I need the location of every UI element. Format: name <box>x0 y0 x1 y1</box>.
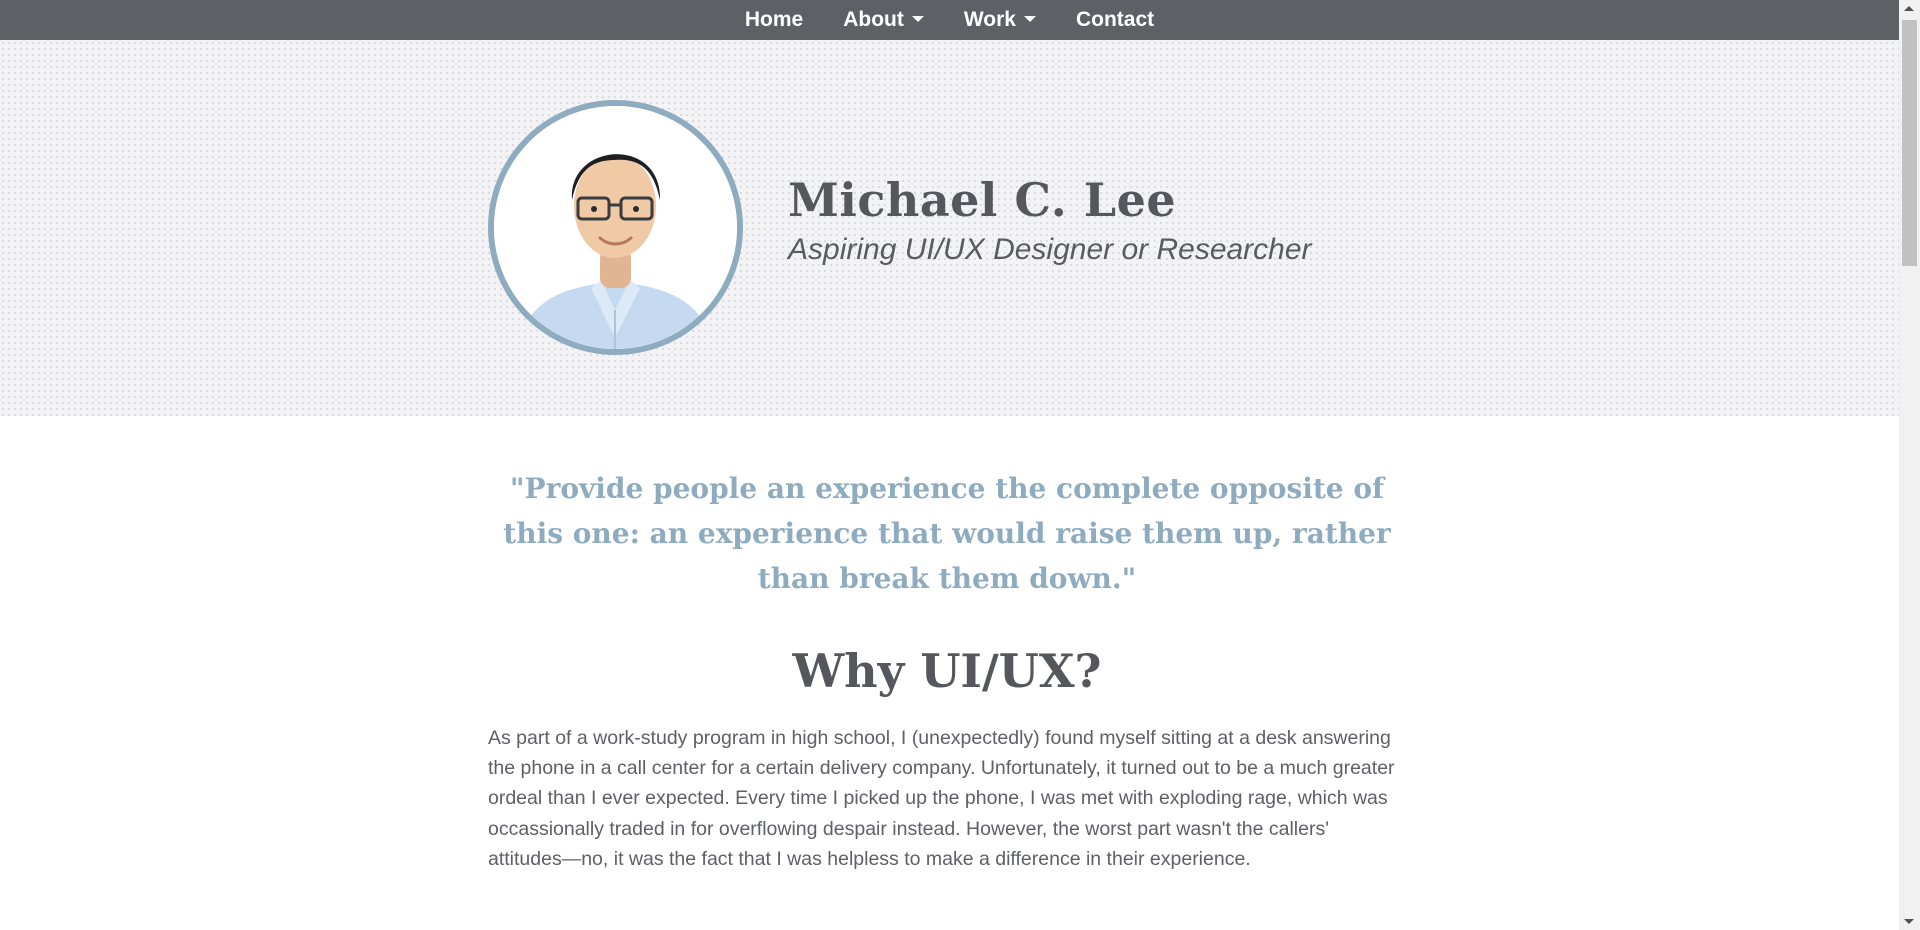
section-title: Why UI/UX? <box>792 644 1102 698</box>
nav-item-about-label: About <box>843 8 904 31</box>
scroll-down-icon[interactable] <box>1904 919 1914 924</box>
hero-text: Michael C. Lee Aspiring UI/UX Designer o… <box>788 173 1312 267</box>
nav-item-contact[interactable]: Contact <box>1056 0 1174 40</box>
scroll-up-icon[interactable] <box>1904 6 1914 11</box>
hero-banner: Michael C. Lee Aspiring UI/UX Designer o… <box>0 40 1899 416</box>
chevron-down-icon <box>1023 16 1036 22</box>
chevron-down-icon <box>911 16 924 22</box>
nav-list: Home About Work Contact <box>725 0 1174 40</box>
nav-item-work-label: Work <box>963 8 1016 31</box>
nav-item-about[interactable]: About <box>823 0 944 40</box>
intro-paragraph: As part of a work-study program in high … <box>488 727 1395 870</box>
vertical-scrollbar[interactable] <box>1899 0 1920 930</box>
main-content: "Provide people an experience the comple… <box>488 416 1406 874</box>
nav-item-work[interactable]: Work <box>944 0 1056 40</box>
person-portrait-icon <box>494 106 737 349</box>
top-navbar: Home About Work Contact <box>0 0 1899 40</box>
nav-item-home-label: Home <box>744 8 804 31</box>
person-tagline: Aspiring UI/UX Designer or Researcher <box>788 233 1312 266</box>
nav-item-home[interactable]: Home <box>725 0 823 40</box>
person-name: Michael C. Lee <box>788 173 1177 227</box>
profile-photo <box>488 100 743 355</box>
scrollbar-thumb[interactable] <box>1902 20 1917 266</box>
nav-item-contact-label: Contact <box>1075 8 1155 31</box>
pull-quote: "Provide people an experience the comple… <box>503 472 1391 595</box>
